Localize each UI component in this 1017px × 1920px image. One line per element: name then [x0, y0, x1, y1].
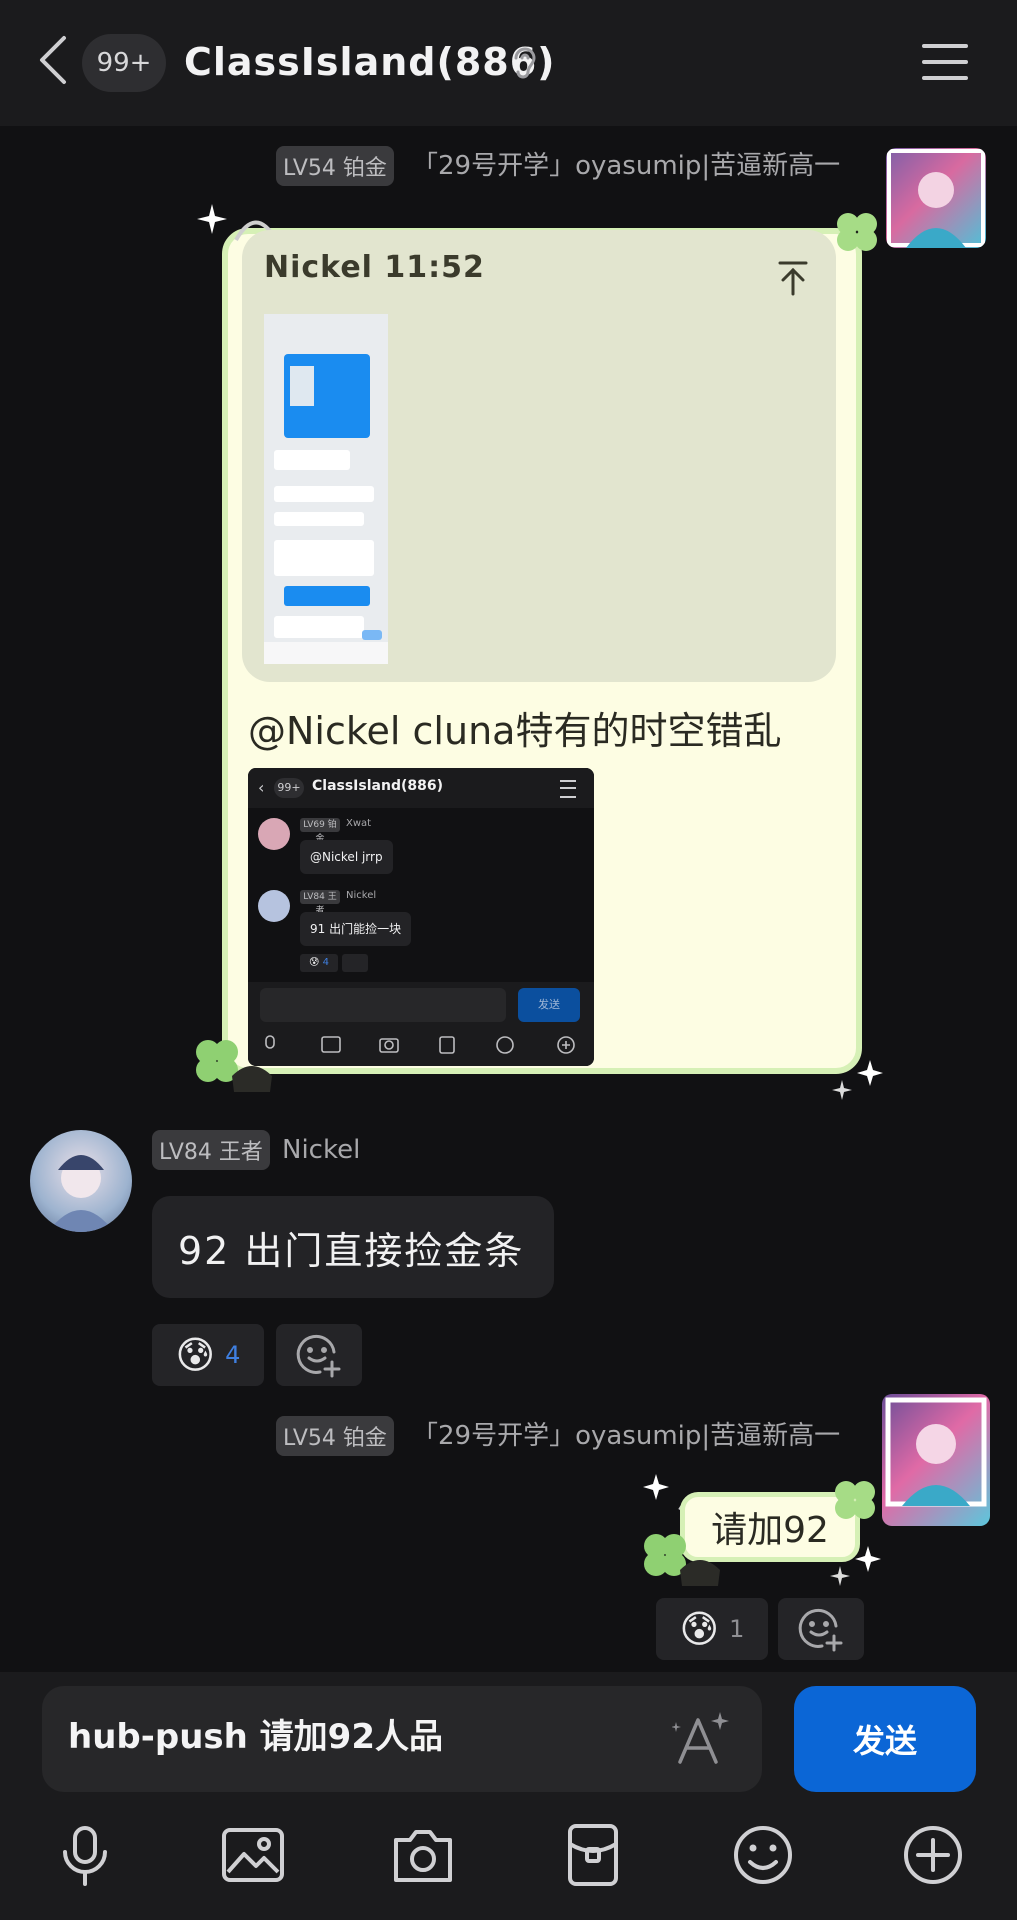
message-text: 请加92	[711, 1510, 829, 1551]
message-input-value[interactable]: hub-push 请加92人品	[68, 1712, 443, 1762]
level-badge: LV84 王者	[152, 1130, 270, 1170]
add-reaction-icon	[296, 1334, 341, 1378]
reaction-count: 1	[729, 1615, 745, 1643]
level-badge: LV54 铂金	[276, 146, 394, 186]
thumb-menu-icon	[560, 780, 576, 798]
message-text: 92 出门直接捡金条	[178, 1228, 525, 1273]
thumb-message-text: 91 出门能捡一块	[300, 912, 412, 946]
thumb-unread-badge: 99+	[274, 778, 304, 798]
quote-header: Nickel 11:52	[264, 250, 485, 285]
thumb-sender: Nickel	[346, 890, 377, 901]
thumb-add-reaction	[342, 954, 368, 972]
thumb-avatar	[258, 890, 290, 922]
send-button[interactable]: 发送	[794, 1686, 976, 1792]
text-style-icon[interactable]	[671, 1708, 732, 1768]
emoji-icon[interactable]	[730, 1822, 796, 1888]
ear-icon[interactable]	[510, 44, 540, 84]
anxious-face-emoji-icon: 😰	[175, 1333, 216, 1377]
quoted-screenshot-image[interactable]	[264, 314, 388, 664]
image-icon[interactable]	[220, 1822, 286, 1888]
jump-to-top-icon[interactable]	[778, 260, 808, 296]
thumb-toolbar-icons	[265, 1035, 575, 1054]
chat-title[interactable]: ClassIsland(886)	[184, 32, 556, 92]
thumb-reaction: 😰 4	[300, 954, 338, 972]
thumb-message-text: @Nickel jrrp	[300, 840, 393, 874]
add-reaction-button[interactable]	[276, 1324, 362, 1386]
sender-name[interactable]: 「29号开学」oyasumip|苦逼新高一	[412, 146, 840, 186]
unread-badge[interactable]: 99+	[82, 34, 166, 92]
thumb-level-badge: LV69 铂金	[300, 818, 340, 844]
top-bar: 99+ ClassIsland(886)	[0, 0, 1017, 126]
avatar[interactable]	[30, 1130, 132, 1232]
sender-name[interactable]: 「29号开学」oyasumip|苦逼新高一	[412, 1416, 840, 1456]
attached-screenshot-image[interactable]: ‹ 99+ ClassIsland(886) LV69 铂金 Xwat @Nic…	[248, 768, 594, 1066]
anxious-face-emoji-icon: 😰	[679, 1607, 720, 1651]
thumb-back-icon: ‹	[258, 778, 265, 797]
message-bubble[interactable]: 请加92	[680, 1492, 860, 1562]
thumb-level-badge: LV84 王者	[300, 890, 340, 916]
message-text: @Nickel cluna特有的时空错乱	[248, 709, 782, 753]
microphone-icon[interactable]	[52, 1822, 118, 1888]
plus-icon[interactable]	[900, 1822, 966, 1888]
thumb-input	[260, 988, 506, 1022]
camera-icon[interactable]	[390, 1822, 456, 1888]
thumb-send-button: 发送	[518, 988, 580, 1022]
reaction-chip[interactable]: 😰 4	[152, 1324, 264, 1386]
message-bubble[interactable]: 92 出门直接捡金条	[152, 1196, 554, 1298]
thumb-title: ClassIsland(886)	[312, 778, 443, 794]
red-packet-icon[interactable]	[560, 1822, 626, 1888]
sender-name[interactable]: Nickel	[282, 1130, 360, 1170]
avatar[interactable]	[882, 1394, 990, 1526]
back-arrow-icon[interactable]	[34, 30, 74, 90]
reaction-chip[interactable]: 😰 1	[656, 1598, 768, 1660]
level-badge: LV54 铂金	[276, 1416, 394, 1456]
add-reaction-icon	[798, 1608, 843, 1652]
add-reaction-button[interactable]	[778, 1598, 864, 1660]
menu-icon[interactable]	[920, 40, 970, 84]
thumb-sender: Xwat	[346, 818, 372, 829]
reaction-count: 4	[225, 1341, 241, 1369]
avatar[interactable]	[886, 148, 986, 248]
thumb-avatar	[258, 818, 290, 850]
